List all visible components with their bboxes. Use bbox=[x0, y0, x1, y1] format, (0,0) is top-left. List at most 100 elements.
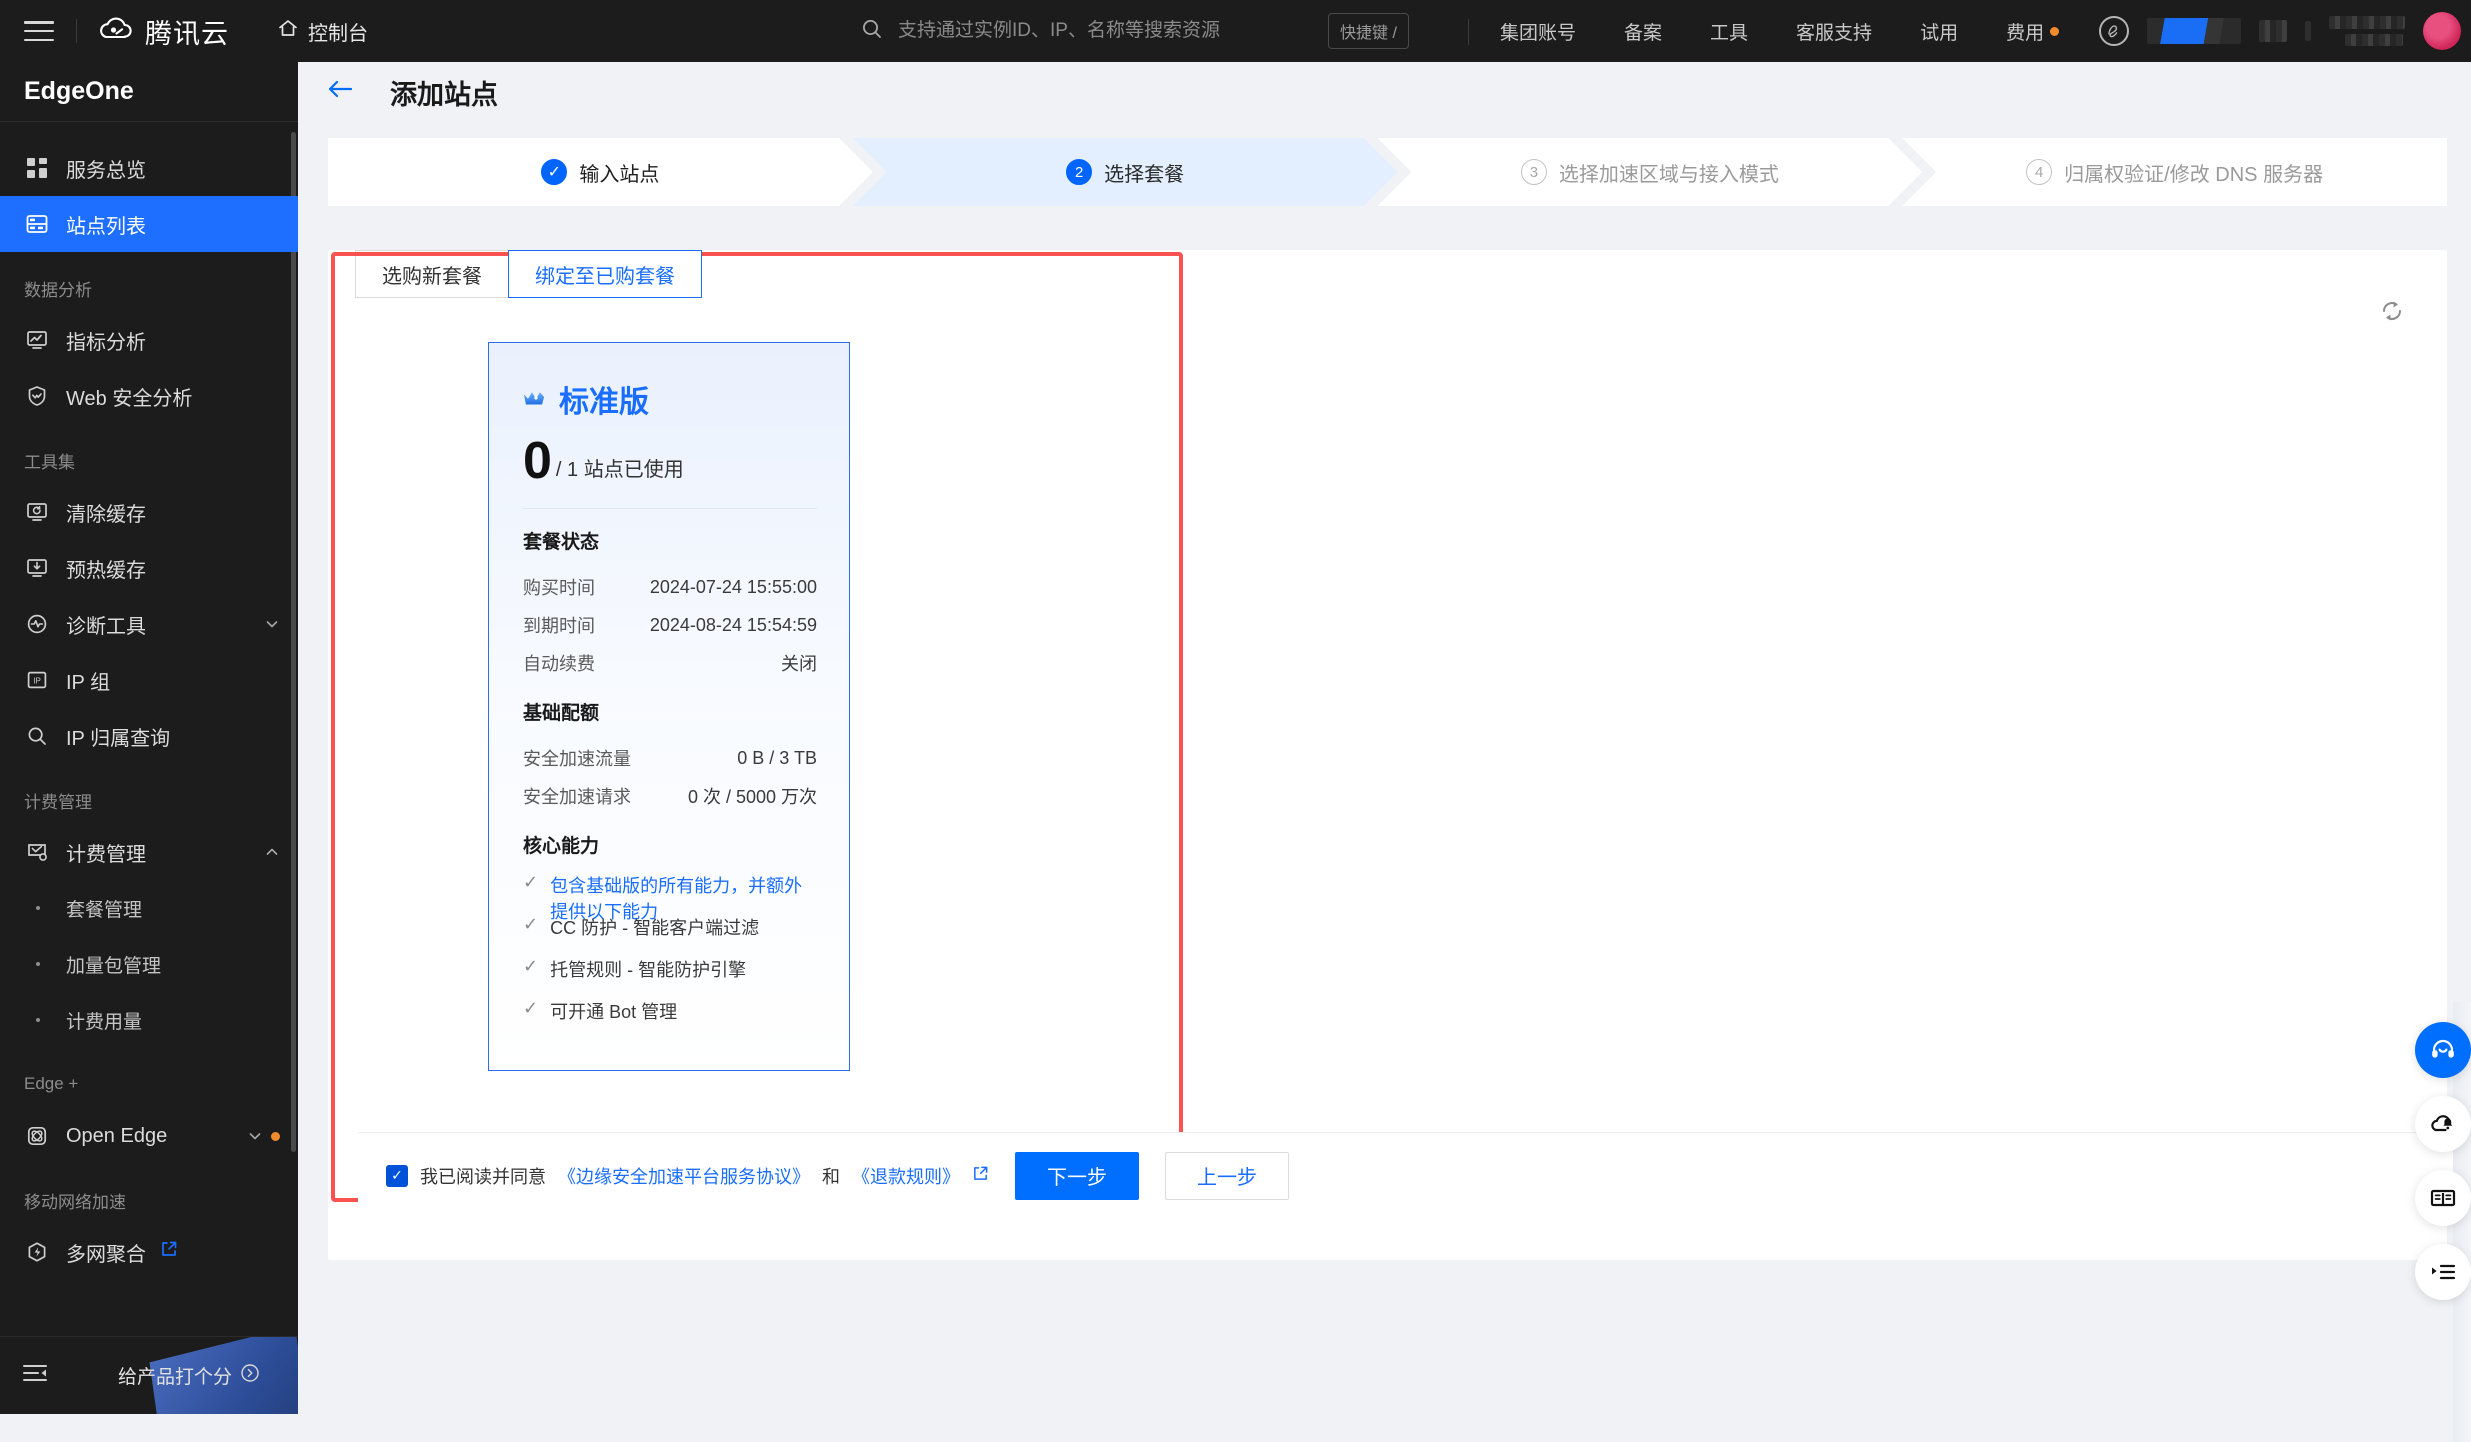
rate-product-button[interactable]: 给产品打个分 bbox=[118, 1362, 260, 1389]
main-content: 添加站点 ✓ 输入站点 2 选择套餐 3 选择加速区域与接入模式 4 归属权验证… bbox=[298, 62, 2471, 1442]
bullet-icon bbox=[36, 1018, 40, 1022]
plan-feature-item: ✓ 托管规则 - 智能防护引擎 bbox=[523, 956, 817, 998]
top-menu-item-trial[interactable]: 试用 bbox=[1920, 18, 1958, 45]
top-menu-item-billing[interactable]: 费用 bbox=[2006, 18, 2060, 45]
console-link[interactable]: 控制台 bbox=[277, 17, 368, 46]
wizard-action-bar: ✓ 我已阅读并同意 《边缘安全加速平台服务协议》 和 《退款规则》 下一步 上一… bbox=[358, 1132, 2471, 1218]
top-menu-item-icp[interactable]: 备案 bbox=[1624, 18, 1662, 45]
check-icon: ✓ bbox=[523, 872, 539, 893]
top-menu: 集团账号 备案 工具 客服支持 试用 费用 bbox=[1500, 0, 2060, 62]
sidebar-item-overview[interactable]: 服务总览 bbox=[0, 140, 298, 196]
chevron-down-icon[interactable] bbox=[247, 1128, 280, 1144]
search-shortcut-hint[interactable]: 快捷键 / bbox=[1328, 13, 1409, 49]
sidebar-subitem-plan-management[interactable]: 套餐管理 bbox=[0, 880, 298, 936]
tab-buy-new-plan[interactable]: 选购新套餐 bbox=[355, 250, 509, 298]
step-3-select-region[interactable]: 3 选择加速区域与接入模式 bbox=[1378, 138, 1923, 206]
chevron-down-icon[interactable] bbox=[264, 616, 280, 632]
row-value: 2024-07-24 15:55:00 bbox=[649, 576, 817, 597]
sidebar-item-label: 服务总览 bbox=[66, 159, 146, 182]
feature-label: 可开通 Bot 管理 bbox=[550, 1002, 678, 1023]
step-2-select-plan[interactable]: 2 选择套餐 bbox=[853, 138, 1398, 206]
plan-usage: 0 / 1 站点已使用 bbox=[523, 435, 817, 487]
search-input[interactable] bbox=[898, 20, 1318, 42]
collapse-sidebar-icon[interactable] bbox=[22, 1362, 48, 1389]
top-menu-item-group-account[interactable]: 集团账号 bbox=[1500, 18, 1576, 45]
check-icon: ✓ bbox=[523, 956, 539, 977]
sidebar-subitem-addon-package[interactable]: 加量包管理 bbox=[0, 936, 298, 992]
refund-policy-link[interactable]: 《退款规则》 bbox=[852, 1163, 960, 1189]
docs-book-icon[interactable] bbox=[2415, 1170, 2471, 1226]
sidebar-item-label: 套餐管理 bbox=[66, 899, 143, 921]
sidebar-item-ip-group[interactable]: IP IP 组 bbox=[0, 652, 298, 708]
sidebar-item-label: 站点列表 bbox=[66, 215, 146, 238]
feedback-list-icon[interactable] bbox=[2415, 1244, 2471, 1300]
row-label: 购买时间 bbox=[523, 578, 595, 599]
top-menu-item-tools[interactable]: 工具 bbox=[1710, 18, 1748, 45]
step-number: 3 bbox=[1521, 159, 1547, 185]
sidebar-subitem-billing-usage[interactable]: 计费用量 bbox=[0, 992, 298, 1048]
step-indicator: ✓ 输入站点 2 选择套餐 3 选择加速区域与接入模式 4 归属权验证/修改 D… bbox=[328, 138, 2447, 206]
step-1-input-site[interactable]: ✓ 输入站点 bbox=[328, 138, 873, 206]
diagnostic-icon bbox=[24, 611, 50, 637]
sidebar-item-open-edge[interactable]: Open Edge bbox=[0, 1108, 298, 1164]
row-label: 安全加速流量 bbox=[523, 749, 631, 770]
agreement-checkbox[interactable]: ✓ bbox=[386, 1164, 408, 1187]
plan-card-standard[interactable]: 标准版 0 / 1 站点已使用 套餐状态 购买时间 2024-07-24 15:… bbox=[488, 342, 850, 1072]
plan-mode-tabs: 选购新套餐 绑定至已购套餐 bbox=[355, 250, 2447, 298]
refresh-icon[interactable] bbox=[2379, 298, 2405, 329]
sidebar-item-label: IP 组 bbox=[66, 671, 111, 694]
plan-feature-item: ✓ 包含基础版的所有能力，并额外提供以下能力 bbox=[523, 872, 817, 922]
sidebar-item-purge-cache[interactable]: 清除缓存 bbox=[0, 484, 298, 540]
plan-status-title: 套餐状态 bbox=[523, 532, 600, 554]
sidebar-footer: 给产品打个分 bbox=[0, 1336, 298, 1414]
agreement-prefix: 我已阅读并同意 bbox=[420, 1166, 546, 1187]
search-icon bbox=[860, 17, 884, 46]
avatar[interactable] bbox=[2423, 12, 2461, 50]
sidebar-item-multi-network[interactable]: 多网聚合 bbox=[0, 1224, 298, 1280]
headset-support-icon[interactable] bbox=[2415, 1022, 2471, 1078]
back-arrow-icon[interactable] bbox=[326, 77, 354, 107]
sidebar-item-label: 指标分析 bbox=[66, 331, 146, 354]
cloud-alert-icon[interactable] bbox=[2415, 1096, 2471, 1152]
hamburger-menu-icon[interactable] bbox=[22, 18, 56, 44]
divider bbox=[76, 19, 77, 43]
sidebar-item-prefetch-cache[interactable]: 预热缓存 bbox=[0, 540, 298, 596]
service-agreement-link[interactable]: 《边缘安全加速平台服务协议》 bbox=[558, 1163, 810, 1189]
sidebar-item-billing-management[interactable]: 计费管理 bbox=[0, 824, 298, 880]
sidebar-nav: 服务总览 站点列表 数据分析 指标分析 Web 安全分析 工具集 清除缓存 预热… bbox=[0, 122, 298, 1302]
console-label: 控制台 bbox=[308, 22, 368, 45]
tab-bind-existing-plan[interactable]: 绑定至已购套餐 bbox=[508, 250, 702, 298]
overview-grid-icon bbox=[24, 155, 50, 181]
redacted-tag bbox=[2305, 21, 2311, 41]
next-step-button[interactable]: 下一步 bbox=[1015, 1151, 1139, 1200]
divider bbox=[1468, 19, 1469, 45]
page-header: 添加站点 bbox=[298, 62, 2471, 122]
sidebar-item-web-security[interactable]: Web 安全分析 bbox=[0, 368, 298, 424]
sidebar-group-mobile-acceleration: 移动网络加速 bbox=[24, 1192, 126, 1212]
sidebar-item-label: 预热缓存 bbox=[66, 559, 146, 582]
row-value: 0 次 / 5000 万次 bbox=[687, 787, 817, 808]
sidebar-item-label: Web 安全分析 bbox=[66, 387, 193, 410]
wechat-mini-program-icon[interactable] bbox=[2099, 16, 2129, 46]
external-link-icon[interactable] bbox=[160, 1240, 178, 1264]
plan-features-title: 核心能力 bbox=[523, 836, 600, 858]
tencent-cloud-brand[interactable]: 腾讯云 bbox=[99, 12, 229, 51]
previous-step-button[interactable]: 上一步 bbox=[1165, 1151, 1289, 1200]
sidebar-item-site-list[interactable]: 站点列表 bbox=[0, 196, 298, 252]
step-label: 归属权验证/修改 DNS 服务器 bbox=[2064, 163, 2324, 186]
row-label: 安全加速请求 bbox=[523, 787, 631, 808]
row-label: 自动续费 bbox=[523, 654, 595, 675]
sidebar-item-diagnostic-tools[interactable]: 诊断工具 bbox=[0, 596, 298, 652]
external-link-icon[interactable] bbox=[972, 1165, 989, 1187]
bullet-icon bbox=[36, 962, 40, 966]
top-menu-item-support[interactable]: 客服支持 bbox=[1796, 18, 1872, 45]
sidebar-group-billing: 计费管理 bbox=[24, 792, 92, 812]
account-info-redacted[interactable] bbox=[2329, 16, 2405, 46]
sidebar-item-metrics[interactable]: 指标分析 bbox=[0, 312, 298, 368]
global-search[interactable]: 快捷键 / bbox=[860, 0, 1480, 62]
plan-feature-item: ✓ 可开通 Bot 管理 bbox=[523, 998, 817, 1040]
sidebar-item-ip-lookup[interactable]: IP 归属查询 bbox=[0, 708, 298, 764]
plan-status-row: 购买时间 2024-07-24 15:55:00 bbox=[523, 568, 817, 606]
step-4-dns-verification[interactable]: 4 归属权验证/修改 DNS 服务器 bbox=[1902, 138, 2447, 206]
chevron-up-icon[interactable] bbox=[264, 844, 280, 860]
